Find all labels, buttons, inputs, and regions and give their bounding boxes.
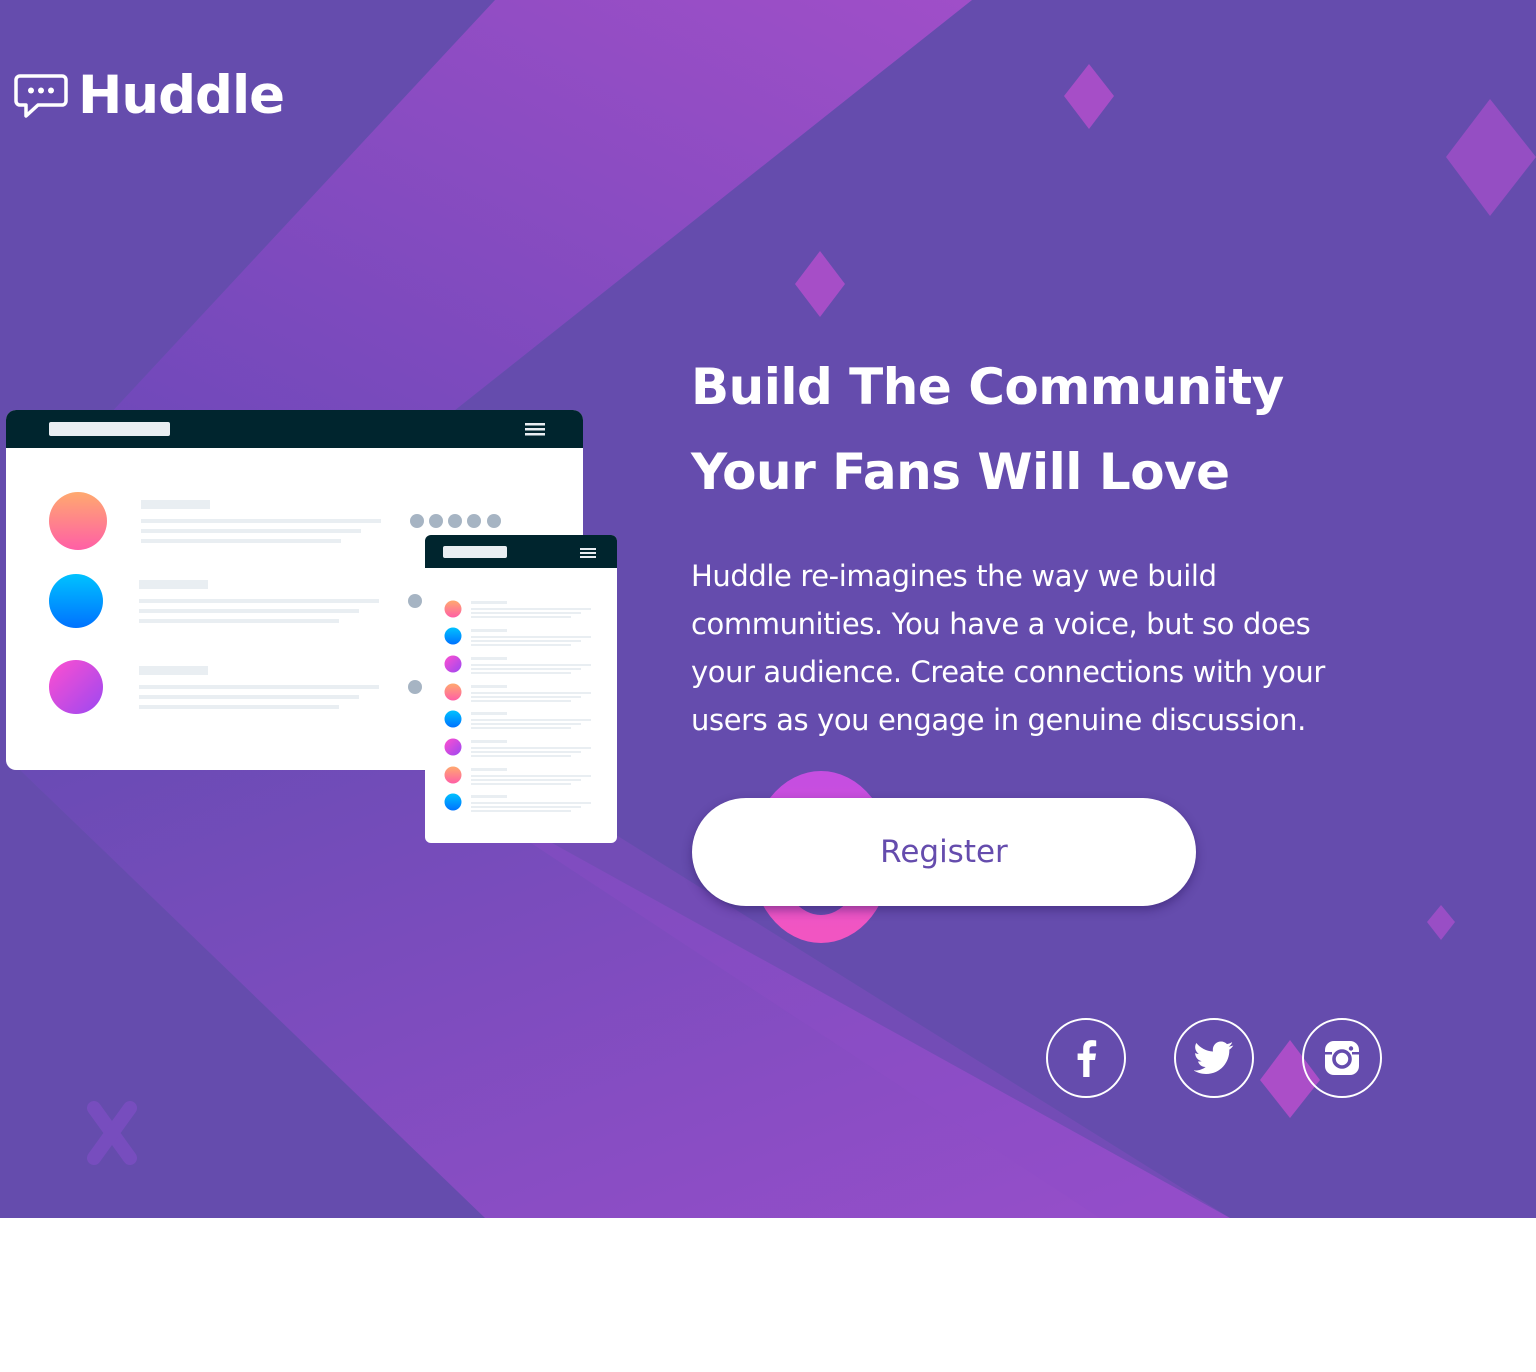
- register-button[interactable]: Register: [692, 798, 1196, 906]
- app-mockup-illustration: [6, 410, 617, 843]
- twitter-icon: [1194, 1041, 1234, 1074]
- instagram-link[interactable]: [1302, 1018, 1382, 1098]
- huddle-logo[interactable]: Huddle: [14, 65, 285, 126]
- hero-section: Huddle Build The Community Your Fans Wil…: [0, 0, 1536, 1218]
- hero-headline: Build The Community Your Fans Will Love: [691, 345, 1391, 515]
- headline-line-2: Your Fans Will Love: [691, 443, 1230, 501]
- facebook-link[interactable]: [1046, 1018, 1126, 1098]
- twitter-link[interactable]: [1174, 1018, 1254, 1098]
- headline-line-1: Build The Community: [691, 358, 1284, 416]
- hero-description: Huddle re-imagines the way we build comm…: [691, 559, 1325, 737]
- brand-name: Huddle: [78, 65, 285, 126]
- facebook-icon: [1077, 1040, 1097, 1077]
- instagram-icon: [1325, 1041, 1359, 1075]
- chat-bubble-icon: [14, 74, 68, 118]
